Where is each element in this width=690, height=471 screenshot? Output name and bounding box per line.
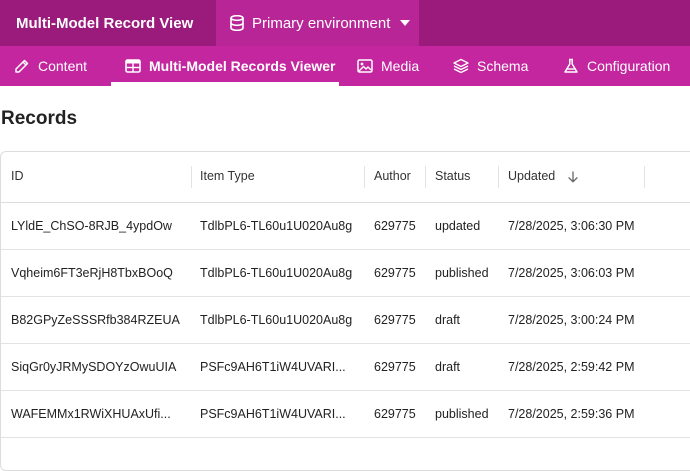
flask-icon — [564, 58, 578, 73]
column-header-author[interactable]: Author — [374, 169, 411, 183]
cell-status: updated — [435, 219, 481, 233]
page-title: Records — [1, 108, 78, 129]
cell-updated: 7/28/2025, 3:06:03 PM — [508, 266, 635, 280]
cell-id: Vqheim6FT3eRjH8TbxBOoQ — [11, 266, 173, 280]
cell-status: published — [435, 266, 489, 280]
table-icon — [125, 59, 141, 73]
tab-media-label: Media — [381, 58, 420, 74]
column-divider[interactable] — [191, 166, 192, 188]
column-divider[interactable] — [364, 166, 365, 188]
records-table: ID Item Type Author Status Updated LYldE… — [0, 151, 690, 471]
cell-updated: 7/28/2025, 3:06:30 PM — [508, 219, 635, 233]
tab-multi-model-records-viewer-label: Multi-Model Records Viewer — [149, 58, 336, 74]
cell-status: published — [435, 407, 489, 421]
cell-id: LYldE_ChSO-8RJB_4ypdOw — [11, 219, 172, 233]
image-icon — [357, 59, 373, 73]
tab-schema-label: Schema — [477, 58, 529, 74]
cell-item-type: TdlbPL6-TL60u1U020Au8g — [200, 219, 353, 233]
cell-status: draft — [435, 360, 461, 374]
column-divider[interactable] — [498, 166, 499, 188]
cell-updated: 7/28/2025, 2:59:36 PM — [508, 407, 635, 421]
layers-icon — [453, 58, 469, 74]
table-row[interactable]: LYldE_ChSO-8RJB_4ypdOw TdlbPL6-TL60u1U02… — [1, 203, 690, 250]
cell-id: B82GPyZeSSSRfb384RZEUA — [11, 313, 180, 327]
cell-item-type: PSFc9AH6T1iW4UVARI... — [200, 360, 346, 374]
table-row[interactable] — [1, 438, 690, 470]
cell-author: 629775 — [374, 219, 416, 233]
table-row[interactable]: Vqheim6FT3eRjH8TbxBOoQ TdlbPL6-TL60u1U02… — [1, 250, 690, 297]
column-divider[interactable] — [644, 166, 645, 188]
cell-author: 629775 — [374, 266, 416, 280]
column-header-updated-label: Updated — [508, 169, 556, 183]
cell-author: 629775 — [374, 360, 416, 374]
tab-media[interactable]: Media — [357, 46, 419, 86]
column-header-id[interactable]: ID — [11, 169, 24, 183]
sort-descending-icon[interactable] — [567, 171, 579, 183]
tab-configuration[interactable]: Configuration — [563, 46, 670, 86]
cell-item-type: TdlbPL6-TL60u1U020Au8g — [200, 313, 353, 327]
database-icon — [230, 15, 244, 31]
tab-content-label: Content — [38, 58, 88, 74]
cell-item-type: PSFc9AH6T1iW4UVARI... — [200, 407, 346, 421]
column-header-status[interactable]: Status — [435, 169, 470, 183]
cell-author: 629775 — [374, 407, 416, 421]
top-bar: Multi-Model Record View Primary environm… — [0, 0, 690, 46]
environment-label: Primary environment — [252, 14, 391, 32]
edit-icon — [15, 59, 29, 73]
app-title: Multi-Model Record View — [16, 14, 194, 32]
active-tab-indicator — [111, 82, 339, 86]
cell-id: WAFEMMx1RWiXHUAxUfi... — [11, 407, 171, 421]
cell-updated: 7/28/2025, 2:59:42 PM — [508, 360, 635, 374]
cell-id: SiqGr0yJRMySDOYzOwuUIA — [11, 360, 177, 374]
column-divider[interactable] — [425, 166, 426, 188]
tab-content[interactable]: Content — [14, 46, 87, 86]
table-row[interactable]: WAFEMMx1RWiXHUAxUfi... PSFc9AH6T1iW4UVAR… — [1, 391, 690, 438]
column-header-updated[interactable]: Updated — [508, 169, 579, 183]
tab-configuration-label: Configuration — [587, 58, 671, 74]
column-header-item-type[interactable]: Item Type — [200, 169, 255, 183]
tab-schema[interactable]: Schema — [453, 46, 528, 86]
table-row[interactable]: B82GPyZeSSSRfb384RZEUA TdlbPL6-TL60u1U02… — [1, 297, 690, 344]
tab-multi-model-records-viewer[interactable]: Multi-Model Records Viewer — [125, 46, 335, 86]
main-nav: Content Multi-Model Records Viewer Media… — [0, 46, 690, 86]
chevron-down-icon — [400, 20, 411, 26]
cell-author: 629775 — [374, 313, 416, 327]
table-row[interactable]: SiqGr0yJRMySDOYzOwuUIA PSFc9AH6T1iW4UVAR… — [1, 344, 690, 391]
cell-status: draft — [435, 313, 461, 327]
environment-selector[interactable]: Primary environment — [216, 0, 419, 46]
cell-item-type: TdlbPL6-TL60u1U020Au8g — [200, 266, 353, 280]
cell-updated: 7/28/2025, 3:00:24 PM — [508, 313, 635, 327]
